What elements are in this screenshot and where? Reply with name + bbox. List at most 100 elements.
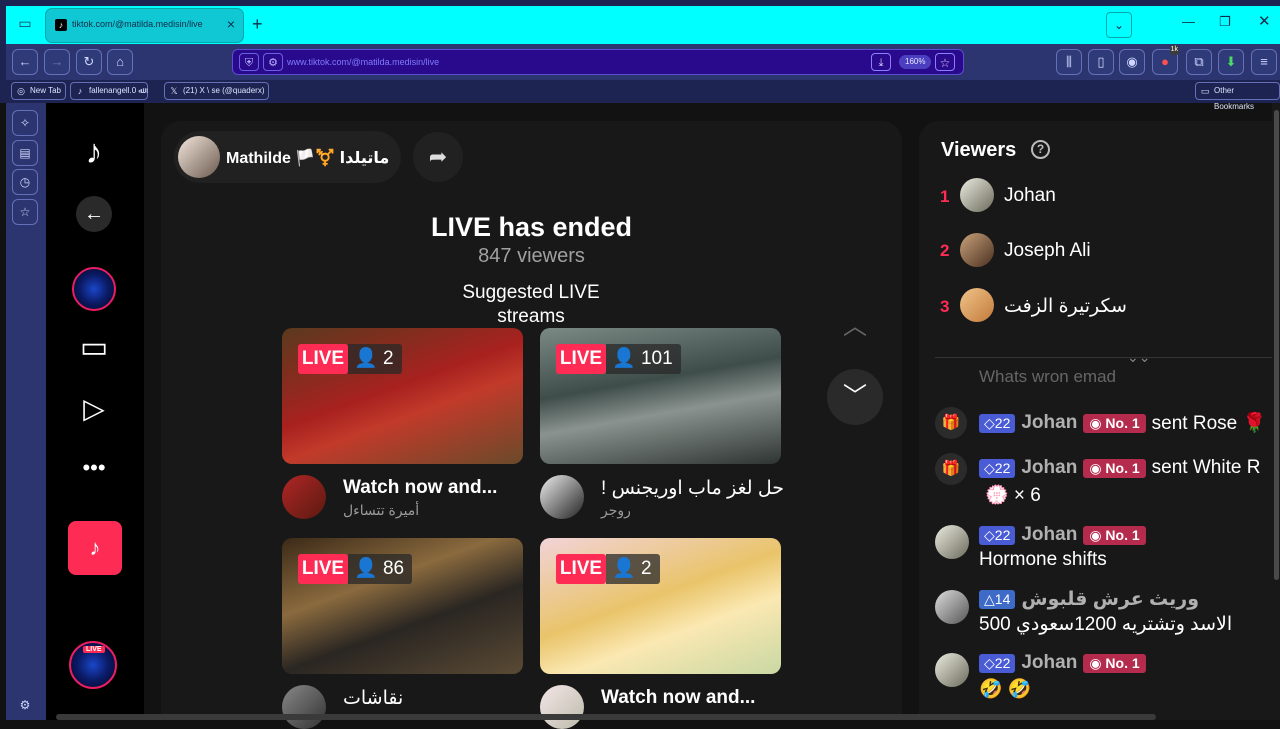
- back-icon[interactable]: ←: [12, 49, 38, 75]
- save-icon[interactable]: ▤: [12, 140, 38, 166]
- download-icon[interactable]: ⬇: [1218, 49, 1244, 75]
- extension-badge-icon[interactable]: ● 1k: [1152, 45, 1179, 75]
- bookmarks-star-icon[interactable]: ☆: [12, 199, 38, 225]
- scroll-down-chevron-icon[interactable]: ﹀: [827, 369, 883, 425]
- chat-header[interactable]: △14 وريث عرش قلبوش: [979, 588, 1199, 611]
- viewer-name[interactable]: Johan: [1004, 185, 1056, 207]
- tab-groups-icon[interactable]: ▭: [14, 15, 36, 35]
- viewer-rank: 1: [940, 187, 950, 206]
- settings-gear-icon[interactable]: ⚙: [12, 693, 38, 719]
- account-icon[interactable]: ◉: [1119, 49, 1145, 75]
- download-page-icon[interactable]: ⤓: [871, 53, 891, 71]
- extensions-icon[interactable]: ⧉: [1186, 49, 1212, 75]
- viewer-avatar[interactable]: [960, 178, 994, 212]
- rank-badge: ◉ No. 1: [1083, 413, 1146, 433]
- card-avatar[interactable]: [540, 475, 584, 519]
- scroll-up-chevron-icon[interactable]: ︿: [827, 299, 883, 355]
- card-title[interactable]: ! حل لغز ماب اوريجنس: [601, 477, 784, 500]
- chat-username[interactable]: Johan: [1021, 652, 1077, 673]
- chat-username[interactable]: وريث عرش قلبوش: [1021, 589, 1199, 610]
- chat-avatar[interactable]: [935, 653, 969, 687]
- new-tab-button[interactable]: +: [252, 14, 263, 35]
- viewer-avatar[interactable]: [960, 233, 994, 267]
- card-avatar[interactable]: [282, 475, 326, 519]
- history-icon[interactable]: ◷: [12, 169, 38, 195]
- viewers-chat-panel: Viewers ? 1 Johan 2 Joseph Ali 3 سكرتيرة…: [919, 121, 1280, 720]
- tab-list-chevron-icon[interactable]: ⌄: [1106, 12, 1132, 38]
- chat-message[interactable]: ◇22 Johan ◉ No. 1 sent White R: [979, 457, 1260, 479]
- bookmark-label: New Tab: [30, 86, 61, 95]
- library-icon[interactable]: ⫼: [1056, 49, 1082, 75]
- viewer-avatar[interactable]: [960, 288, 994, 322]
- reload-icon[interactable]: ↻: [76, 49, 102, 75]
- forward-icon[interactable]: →: [44, 49, 70, 75]
- url-text[interactable]: www.tiktok.com/@matilda.medisin/live: [287, 57, 439, 67]
- ai-sparkle-icon[interactable]: ✧: [12, 110, 38, 136]
- more-dots-icon[interactable]: •••: [68, 442, 120, 494]
- help-question-icon[interactable]: ?: [1031, 140, 1050, 159]
- card-subtitle[interactable]: أميرة تتساءل: [343, 502, 419, 519]
- level-value: 22: [994, 526, 1011, 543]
- page-scrollbar-thumb[interactable]: [1274, 110, 1279, 580]
- suggested-live-card[interactable]: LIVE 👤 86: [282, 538, 523, 674]
- level-value: 22: [994, 459, 1011, 476]
- bookmark-fallenangell[interactable]: ♪ fallenangell.0 ﷲ: [70, 82, 149, 100]
- card-subtitle[interactable]: روجر: [601, 502, 631, 519]
- chat-avatar[interactable]: [935, 525, 969, 559]
- other-bookmarks[interactable]: ▭ Other Bookmarks: [1195, 82, 1280, 111]
- bookmark-x[interactable]: 𝕏 (21) X \ se (@quaderx): [164, 82, 270, 100]
- host-name[interactable]: Mathilde 🏳️⚧️ ماتيلدا: [226, 148, 389, 168]
- chat-header[interactable]: ◇22 Johan ◉ No. 1: [979, 652, 1152, 674]
- home-icon[interactable]: ⌂: [107, 49, 133, 75]
- restore-icon[interactable]: ❐: [1219, 14, 1231, 30]
- video-camera-icon[interactable]: ▭: [68, 322, 120, 374]
- close-window-icon[interactable]: ✕: [1258, 12, 1271, 30]
- menu-icon[interactable]: ≡: [1251, 49, 1277, 75]
- address-bar[interactable]: ⛨ ⚙ www.tiktok.com/@matilda.medisin/live…: [232, 49, 964, 75]
- tiktok-favicon-icon: ♪: [55, 19, 67, 31]
- live-badge: LIVE: [556, 554, 606, 584]
- followed-live-avatar[interactable]: [72, 267, 116, 311]
- viewer-name[interactable]: Joseph Ali: [1004, 240, 1091, 262]
- host-avatar[interactable]: [178, 136, 220, 178]
- minimize-icon[interactable]: —: [1182, 14, 1195, 29]
- viewer-count-value: 101: [640, 348, 673, 369]
- live-avatar[interactable]: LIVE: [69, 641, 117, 689]
- share-arrow-icon[interactable]: ➦: [413, 132, 463, 182]
- host-profile[interactable]: Mathilde 🏳️⚧️ ماتيلدا: [174, 131, 401, 183]
- card-title[interactable]: نقاشات: [343, 687, 403, 710]
- viewer-name[interactable]: سكرتيرة الزفت: [1004, 295, 1127, 318]
- card-avatar[interactable]: [282, 685, 326, 729]
- shield-icon[interactable]: ⛨: [239, 53, 259, 71]
- suggested-live-card[interactable]: LIVE 👤 2: [540, 538, 781, 674]
- tiktok-logo-icon[interactable]: ♪: [74, 132, 114, 172]
- divider: [935, 357, 1280, 358]
- permissions-icon[interactable]: ⚙: [263, 53, 283, 71]
- horizontal-scrollbar[interactable]: [56, 714, 1156, 720]
- chat-username[interactable]: Johan: [1021, 412, 1077, 433]
- suggested-live-card[interactable]: LIVE 👤 2: [282, 328, 523, 464]
- bookmark-star-icon[interactable]: ☆: [935, 53, 955, 71]
- double-chevron-down-icon[interactable]: ⌄⌄: [1127, 349, 1150, 366]
- chat-avatar[interactable]: [935, 590, 969, 624]
- navigation-bar: ← → ↻ ⌂ ⛨ ⚙ www.tiktok.com/@matilda.medi…: [6, 44, 1280, 80]
- chat-header[interactable]: ◇22 Johan ◉ No. 1: [979, 524, 1152, 546]
- card-title[interactable]: Watch now and...: [601, 687, 755, 709]
- tiktok-app-button[interactable]: ♪: [68, 521, 122, 575]
- zoom-level[interactable]: 160%: [899, 55, 932, 69]
- play-icon[interactable]: ▷: [68, 383, 120, 435]
- tab-close-icon[interactable]: ×: [227, 16, 235, 32]
- card-title[interactable]: Watch now and...: [343, 477, 497, 499]
- chat-username[interactable]: Johan: [1021, 524, 1077, 545]
- chat-message[interactable]: ◇22 Johan ◉ No. 1 sent Rose 🌹: [979, 411, 1266, 435]
- card-avatar[interactable]: [540, 685, 584, 729]
- chat-username[interactable]: Johan: [1021, 457, 1077, 478]
- active-tab[interactable]: ♪ tiktok.com/@matilda.medisin/live ×: [46, 9, 243, 42]
- live-badge: LIVE: [298, 554, 348, 584]
- bookmark-new-tab[interactable]: ◎ New Tab: [11, 82, 66, 100]
- level-value: 14: [994, 591, 1011, 607]
- back-arrow-icon[interactable]: ←: [76, 196, 112, 232]
- suggested-live-card[interactable]: LIVE 👤 101: [540, 328, 781, 464]
- sidebar-toggle-icon[interactable]: ▯: [1088, 49, 1114, 75]
- live-badge: LIVE: [298, 344, 348, 374]
